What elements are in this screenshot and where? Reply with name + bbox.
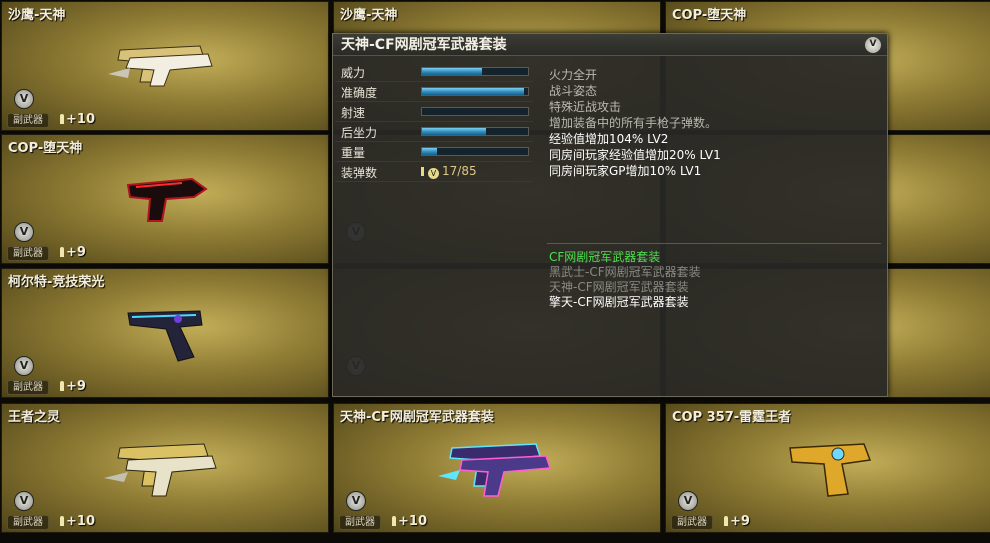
bullet-icon — [60, 114, 64, 124]
stat-label: 射速 — [341, 106, 366, 120]
stat-label: 准确度 — [341, 86, 378, 100]
set-line: CF网剧冠军武器套装 — [549, 250, 661, 264]
stat-label: 后坐力 — [341, 126, 378, 140]
blue-colt-icon — [127, 310, 203, 362]
ammo-bonus: +10 — [60, 112, 95, 127]
stat-row-power: 威力 — [335, 62, 533, 82]
effect-line: 经验值增加104% LV2 — [549, 132, 669, 146]
gold-deagle-pair-icon — [104, 443, 217, 497]
effect-line: 同房间玩家经验值增加20% LV1 — [549, 148, 721, 162]
weapon-type-tag: 副武器 — [7, 380, 49, 395]
weapon-card-king-spirit[interactable]: 王者之灵 V 副武器 +10 — [1, 403, 329, 533]
stat-label: 威力 — [341, 66, 366, 80]
vip-badge-icon: V — [428, 168, 439, 179]
stat-row-accuracy: 准确度 — [335, 82, 533, 102]
stat-bar — [421, 107, 529, 116]
weapon-name: COP-堕天神 — [672, 8, 747, 23]
effect-line: 战斗姿态 — [549, 84, 598, 98]
weapon-card-tianshen-cf-set[interactable]: 天神-CF网剧冠军武器套装 V 副武器 +10 — [333, 403, 661, 533]
stat-bar — [421, 87, 529, 96]
stat-bar — [421, 67, 529, 76]
bullet-icon — [392, 516, 396, 526]
ammo-value: V 17/85 — [421, 164, 477, 179]
effect-line: 火力全开 — [549, 68, 598, 82]
gold-deagle-pair-icon — [108, 45, 213, 87]
weapon-type-tag: 副武器 — [7, 113, 49, 128]
stat-bar-fill — [422, 148, 437, 155]
effect-line: 增加装备中的所有手枪子弹数。 — [549, 116, 718, 130]
stat-row-fire-rate: 射速 — [335, 102, 533, 122]
ammo-bonus: +9 — [60, 379, 86, 394]
tooltip-title: 天神-CF网剧冠军武器套装 — [333, 34, 887, 56]
vip-badge-icon: V — [865, 37, 881, 53]
ammo-bonus: +10 — [60, 514, 95, 529]
ammo-bonus: +9 — [724, 514, 750, 529]
ammo-bonus: +9 — [60, 245, 86, 260]
vip-badge-icon: V — [14, 89, 34, 109]
weapon-type-tag: 副武器 — [339, 515, 381, 530]
dark-dragon-pistol-icon — [126, 177, 208, 222]
divider — [547, 243, 881, 244]
bullet-icon — [421, 167, 424, 176]
weapon-tooltip: 天神-CF网剧冠军武器套装 V 威力 准确度 射速 后坐力 重量 装弹数 V 17… — [332, 33, 888, 397]
stat-row-ammo: 装弹数 V 17/85 — [335, 162, 533, 182]
weapon-card-colt-glory[interactable]: 柯尔特-竞技荣光 V 副武器 +9 — [1, 268, 329, 398]
weapon-name: COP 357-雷霆王者 — [672, 410, 792, 425]
stat-bar — [421, 147, 529, 156]
stat-bar-fill — [422, 128, 486, 135]
weapon-name: 沙鹰-天神 — [340, 8, 398, 23]
stat-bar — [421, 127, 529, 136]
vip-badge-icon: V — [14, 491, 34, 511]
stats-panel: 威力 准确度 射速 后坐力 重量 装弹数 V 17/85 — [335, 62, 533, 182]
stat-row-weight: 重量 — [335, 142, 533, 162]
bullet-icon — [724, 516, 728, 526]
set-list: CF网剧冠军武器套装 黑武士-CF网剧冠军武器套装 天神-CF网剧冠军武器套装 … — [549, 250, 701, 310]
set-line: 天神-CF网剧冠军武器套装 — [549, 280, 689, 294]
stat-label: 装弹数 — [341, 166, 378, 180]
vip-badge-icon: V — [14, 356, 34, 376]
effect-line: 同房间玩家GP增加10% LV1 — [549, 164, 702, 178]
stat-label: 重量 — [341, 146, 366, 160]
weapon-name: 柯尔特-竞技荣光 — [8, 275, 105, 290]
effect-line: 特殊近战攻击 — [549, 100, 622, 114]
ammo-bonus: +10 — [392, 514, 427, 529]
vip-badge-icon: V — [346, 491, 366, 511]
bullet-icon — [60, 381, 64, 391]
weapon-card-cop-fallen-god[interactable]: COP-堕天神 V 副武器 +9 — [1, 134, 329, 264]
weapon-type-tag: 副武器 — [7, 246, 49, 261]
vip-badge-icon: V — [14, 222, 34, 242]
bullet-icon — [60, 247, 64, 257]
vip-badge-icon: V — [678, 491, 698, 511]
weapon-name: 王者之灵 — [8, 410, 61, 425]
weapon-name: COP-堕天神 — [8, 141, 83, 156]
set-line: 黑武士-CF网剧冠军武器套装 — [549, 265, 701, 279]
set-line: 擎天-CF网剧冠军武器套装 — [549, 295, 689, 309]
weapon-card-desert-eagle-god[interactable]: 沙鹰-天神 V 副武器 +10 — [1, 1, 329, 131]
bullet-icon — [60, 516, 64, 526]
stat-bar-fill — [422, 68, 483, 75]
weapon-name: 沙鹰-天神 — [8, 8, 66, 23]
weapon-type-tag: 副武器 — [671, 515, 713, 530]
stat-bar-fill — [422, 88, 524, 95]
stat-row-recoil: 后坐力 — [335, 122, 533, 142]
weapon-name: 天神-CF网剧冠军武器套装 — [340, 410, 494, 425]
gold-cop357-icon — [789, 443, 872, 497]
neon-deagle-pair-icon — [438, 443, 552, 497]
weapon-card-cop357-thunder-king[interactable]: COP 357-雷霆王者 V 副武器 +9 — [665, 403, 990, 533]
weapon-type-tag: 副武器 — [7, 515, 49, 530]
effects-list: 火力全开 战斗姿态 特殊近战攻击 增加装备中的所有手枪子弹数。 经验值增加104… — [549, 67, 721, 179]
